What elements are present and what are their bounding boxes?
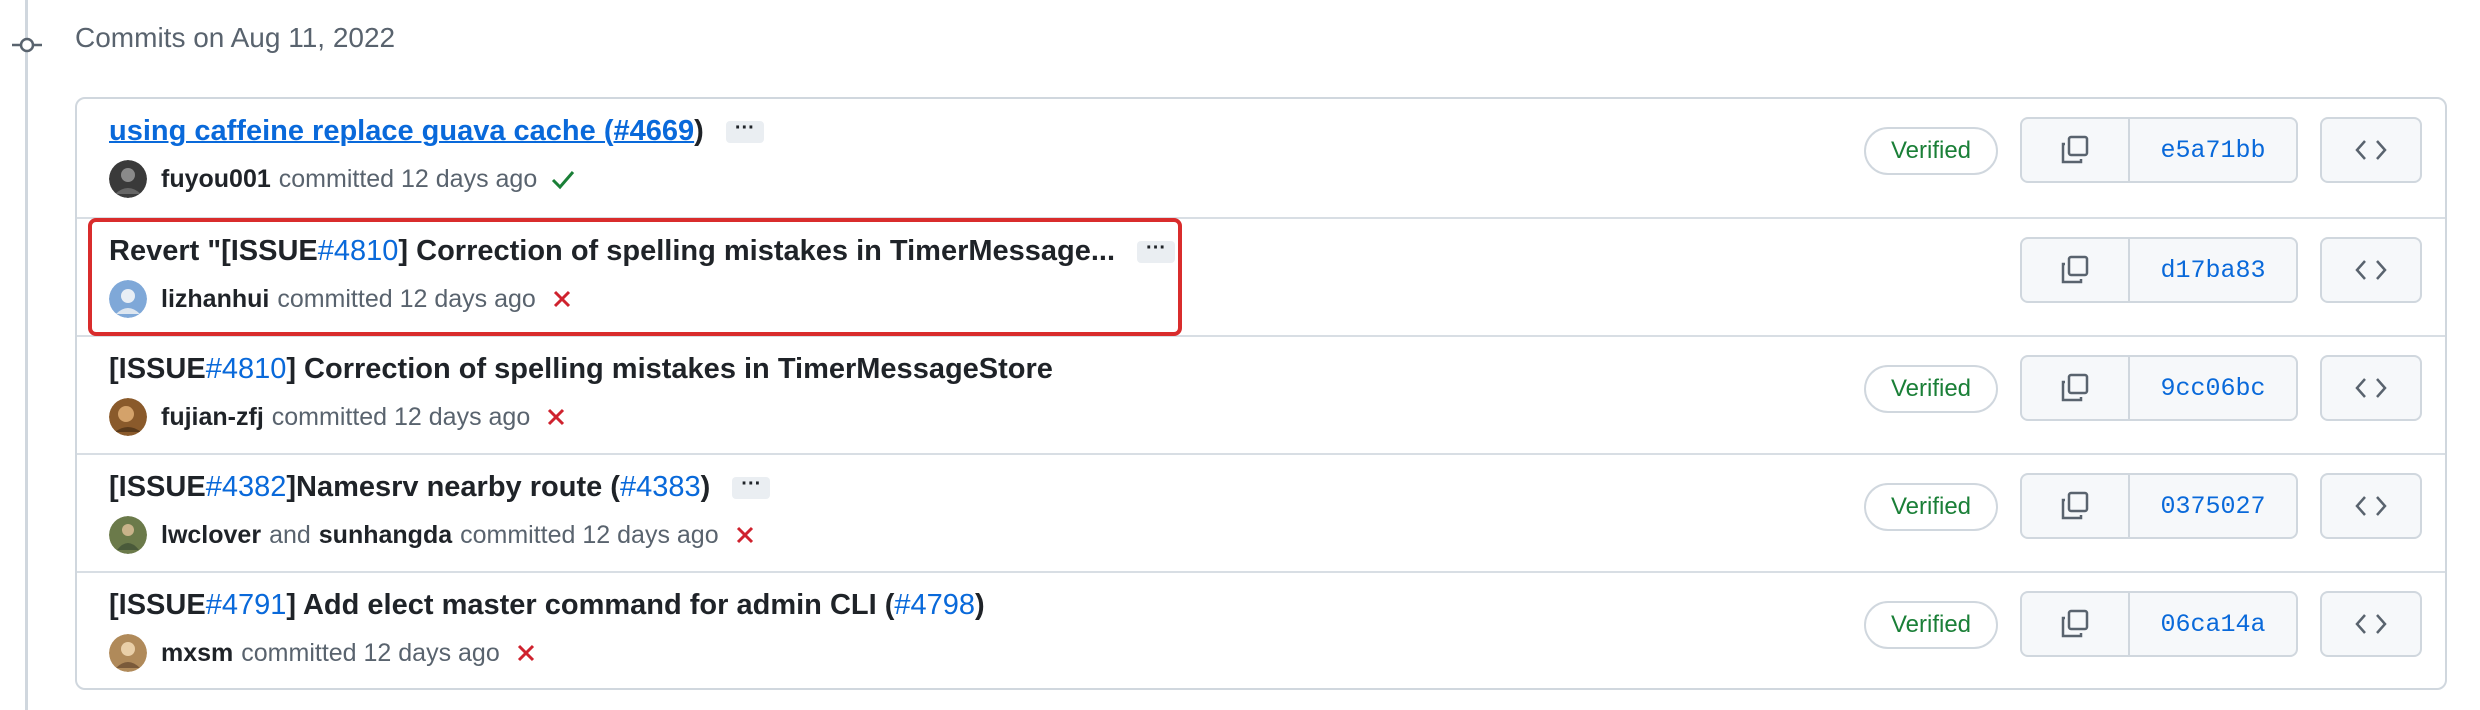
x-icon[interactable] (544, 405, 568, 429)
commit-meta: fujian-zfj committed 12 days ago (109, 397, 568, 437)
commit-time: committed 12 days ago (277, 284, 536, 313)
commit-row: using caffeine replace guava cache (#466… (77, 99, 2445, 217)
expand-description-button[interactable]: ··· (1137, 238, 1176, 263)
commit-meta: fuyou001 committed 12 days ago (109, 159, 577, 199)
copy-sha-button[interactable] (2022, 119, 2130, 181)
x-icon[interactable] (514, 641, 538, 665)
author-link[interactable]: lwclover (161, 521, 261, 550)
coauthor-link[interactable]: sunhangda (319, 521, 452, 550)
copy-sha-button[interactable] (2022, 239, 2130, 301)
code-icon (2355, 260, 2387, 280)
pr-link[interactable]: #4798 (894, 589, 975, 622)
expand-description-button[interactable]: ··· (732, 474, 771, 499)
commit-title[interactable]: using caffeine replace guava cache (#466… (109, 115, 764, 148)
avatar[interactable] (109, 160, 147, 198)
commit-time: committed 12 days ago (271, 402, 531, 431)
commit-row: Revert "[ISSUE #4810] Correction of spel… (77, 217, 2445, 335)
sha-button-group: d17ba83 (2020, 237, 2298, 303)
browse-repository-button[interactable] (2320, 591, 2422, 657)
commit-time: committed 12 days ago (278, 164, 538, 193)
copy-icon (2061, 609, 2089, 638)
commit-list: using caffeine replace guava cache (#466… (75, 97, 2447, 690)
timeline-line (25, 0, 28, 710)
x-icon[interactable] (550, 287, 574, 311)
sha-link[interactable]: 06ca14a (2130, 593, 2296, 655)
commit-meta: lwclover and sunhangda committed 12 days… (109, 515, 757, 555)
copy-icon (2061, 135, 2089, 164)
sha-link[interactable]: d17ba83 (2130, 239, 2296, 301)
commit-message-link[interactable]: using caffeine replace guava cache (#466… (109, 115, 694, 148)
commit-title[interactable]: [ISSUE #4382]Namesrv nearby route (#4383… (109, 471, 771, 504)
issue-link[interactable]: #4810 (318, 235, 399, 268)
avatar[interactable] (109, 516, 147, 554)
commit-title[interactable]: [ISSUE #4810] Correction of spelling mis… (109, 353, 1053, 386)
git-commit-icon (12, 37, 42, 53)
author-link[interactable]: fujian-zfj (161, 403, 264, 432)
code-icon (2355, 496, 2387, 516)
code-icon (2355, 140, 2387, 160)
sha-link[interactable]: 9cc06bc (2130, 357, 2296, 419)
sha-button-group: 9cc06bc (2020, 355, 2298, 421)
sha-link[interactable]: 0375027 (2130, 475, 2296, 537)
browse-repository-button[interactable] (2320, 473, 2422, 539)
verified-badge[interactable]: Verified (1864, 127, 1998, 175)
issue-link[interactable]: #4810 (206, 353, 287, 386)
commit-row: [ISSUE #4791] Add elect master command f… (77, 571, 2445, 689)
verified-badge[interactable]: Verified (1864, 601, 1998, 649)
sha-button-group: 0375027 (2020, 473, 2298, 539)
avatar[interactable] (109, 634, 147, 672)
sha-button-group: e5a71bb (2020, 117, 2298, 183)
commit-time: committed 12 days ago (241, 638, 500, 667)
verified-badge[interactable]: Verified (1864, 365, 1998, 413)
browse-repository-button[interactable] (2320, 237, 2422, 303)
commit-row: [ISSUE #4382]Namesrv nearby route (#4383… (77, 453, 2445, 571)
issue-link[interactable]: #4791 (206, 589, 287, 622)
browse-repository-button[interactable] (2320, 355, 2422, 421)
commit-meta: mxsm committed 12 days ago (109, 633, 538, 673)
commit-row: [ISSUE #4810] Correction of spelling mis… (77, 335, 2445, 453)
author-link[interactable]: lizhanhui (161, 285, 269, 314)
copy-sha-button[interactable] (2022, 357, 2130, 419)
copy-icon (2061, 255, 2089, 284)
copy-icon (2061, 491, 2089, 520)
code-icon (2355, 614, 2387, 634)
browse-repository-button[interactable] (2320, 117, 2422, 183)
copy-sha-button[interactable] (2022, 475, 2130, 537)
commit-title[interactable]: [ISSUE #4791] Add elect master command f… (109, 589, 985, 622)
avatar[interactable] (109, 398, 147, 436)
commit-time: committed 12 days ago (460, 520, 719, 549)
sha-button-group: 06ca14a (2020, 591, 2298, 657)
copy-sha-button[interactable] (2022, 593, 2130, 655)
pr-link[interactable]: #4383 (620, 471, 701, 504)
author-link[interactable]: mxsm (161, 639, 233, 668)
commit-title[interactable]: Revert "[ISSUE #4810] Correction of spel… (109, 235, 1176, 268)
issue-link[interactable]: #4382 (206, 471, 287, 504)
author-link[interactable]: fuyou001 (161, 165, 271, 194)
copy-icon (2061, 373, 2089, 402)
commit-meta: lizhanhui committed 12 days ago (109, 279, 574, 319)
expand-description-button[interactable]: ··· (725, 118, 764, 143)
check-icon[interactable] (549, 165, 577, 193)
conjunction-text: and (269, 520, 311, 549)
commit-group-heading: Commits on Aug 11, 2022 (75, 22, 396, 53)
avatar[interactable] (109, 280, 147, 318)
code-icon (2355, 378, 2387, 398)
verified-badge[interactable]: Verified (1864, 483, 1998, 531)
x-icon[interactable] (733, 523, 757, 547)
sha-link[interactable]: e5a71bb (2130, 119, 2296, 181)
